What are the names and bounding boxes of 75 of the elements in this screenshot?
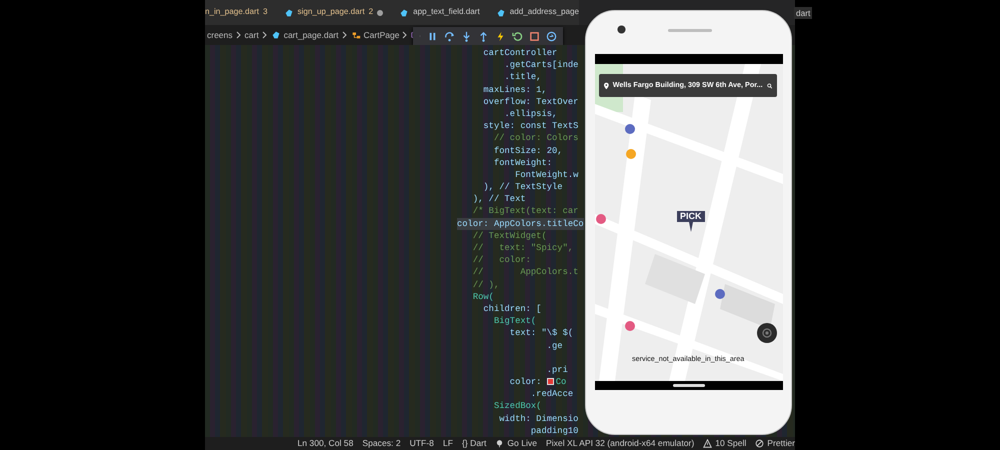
status-item[interactable]: Pixel XL API 32 (android-x64 emulator): [546, 437, 694, 450]
chevron-icon: [342, 31, 348, 39]
search-icon[interactable]: [766, 82, 772, 90]
restart-icon[interactable]: [512, 30, 523, 42]
code-line: fontSize: 20,: [492, 144, 563, 157]
code-line: .redAcce: [530, 388, 574, 400]
status-item[interactable]: Spaces: 2: [362, 437, 401, 450]
prohibited-icon[interactable]: [755, 438, 764, 448]
step-into-icon[interactable]: [461, 30, 472, 42]
code-line: // ),: [472, 278, 500, 291]
chevron-icon: [236, 31, 242, 39]
code-line: overflow: TextOver: [482, 96, 578, 108]
code-line: // AppColors.t: [472, 266, 578, 279]
class-icon: [350, 30, 361, 40]
warning-icon[interactable]: [703, 438, 712, 448]
code-line: FontWeight.w: [514, 168, 578, 182]
code-line: color: Co: [508, 376, 566, 388]
status-item[interactable]: {} Dart: [462, 437, 486, 450]
editor-tab[interactable]: sign_up_page.dart 2: [276, 0, 392, 25]
breadcrumb-item[interactable]: creens: [207, 28, 233, 42]
code-line: // color: Colors: [492, 132, 578, 145]
camera-icon: [617, 25, 626, 34]
pin-stem-icon: [688, 222, 693, 232]
code-line: style: const TextS: [482, 120, 578, 132]
status-item[interactable]: Ln 300, Col 58: [297, 437, 354, 450]
code-line: /* BigText(text: car: [472, 205, 578, 218]
code-line: BigText(: [492, 315, 536, 328]
code-line: Row(: [472, 290, 494, 303]
code-line: .ellipsis,: [504, 108, 558, 120]
search-icon[interactable]: [546, 30, 557, 42]
code-line: maxLines: 1,: [482, 84, 547, 96]
code-line: // color:: [472, 254, 531, 266]
code-line: children: [: [482, 302, 542, 316]
marker-label: PICK: [677, 211, 705, 222]
lightning-icon[interactable]: [495, 30, 506, 42]
pause-icon[interactable]: [427, 30, 438, 42]
status-item[interactable]: LF: [442, 437, 453, 450]
breadcrumb-item[interactable]: CartPage: [364, 28, 400, 42]
code-line: ), // TextStyle: [482, 181, 563, 194]
breadcrumb-item[interactable]: cart: [244, 28, 259, 42]
broadcast-icon[interactable]: [495, 438, 504, 448]
code-line: width: Dimensio: [498, 412, 578, 425]
step-out-icon[interactable]: [478, 30, 489, 42]
dart-file-icon: [496, 8, 506, 18]
breadcrumb-item[interactable]: cart_page.dart: [284, 28, 339, 42]
status-item[interactable]: Prettier: [767, 437, 795, 450]
code-line: // TextWidget(: [472, 230, 547, 242]
dart-file-icon: [270, 30, 281, 40]
status-item[interactable]: 10 Spell: [715, 437, 746, 450]
editor-tab[interactable]: n_in_page.dart 3: [205, 0, 276, 25]
code-line: .title,: [504, 71, 542, 84]
dart-file-icon: [284, 8, 294, 18]
step-over-icon[interactable]: [444, 30, 455, 42]
code-line: .ge: [546, 340, 563, 352]
dart-file-icon: [399, 8, 410, 18]
code-line: text: "\$ $(: [508, 327, 574, 340]
code-line: cartController: [482, 47, 558, 60]
code-line: ), // Text: [472, 193, 526, 206]
chevron-icon: [402, 31, 408, 39]
location-pin-icon: [604, 80, 609, 90]
editor-tab[interactable]: add_address_page: [488, 0, 580, 25]
code-line: .getCarts[inde: [504, 59, 578, 72]
status-item[interactable]: Go Live: [507, 437, 537, 450]
code-line: SizedBox(: [492, 400, 542, 413]
stop-icon[interactable]: [529, 30, 540, 42]
editor-tab[interactable]: app_text_field.dart: [391, 0, 488, 25]
code-line: padding10: [530, 424, 578, 437]
editor-tab[interactable]: dart: [794, 7, 812, 20]
status-item[interactable]: UTF-8: [410, 437, 434, 450]
code-line: .pri: [546, 364, 568, 376]
speaker-icon: [668, 29, 712, 32]
chevron-icon: [262, 31, 268, 39]
target-icon: [761, 327, 773, 339]
code-line: // text: "Spicy",: [472, 242, 574, 254]
code-line: fontWeight:: [492, 156, 552, 169]
